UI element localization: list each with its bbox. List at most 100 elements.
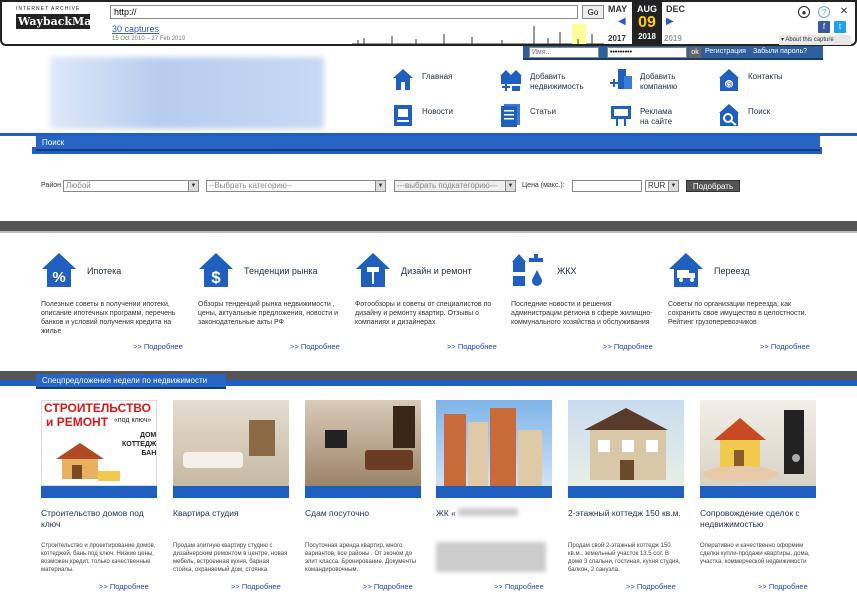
more-link[interactable]: >> Подробнее	[133, 342, 183, 351]
current-year: 2018	[638, 32, 656, 41]
nav-label: Статьи	[530, 107, 556, 116]
prev-month-link[interactable]: MAY	[608, 4, 627, 14]
category-desc: Советы по организации переезда, как сохр…	[668, 301, 807, 326]
more-link[interactable]: >> Подробнее	[760, 342, 810, 351]
section-divider	[0, 221, 857, 231]
site-logo[interactable]	[50, 57, 324, 129]
district-label: Район	[41, 182, 61, 189]
offer-strip	[700, 486, 816, 498]
about-capture-label: About this capture	[785, 37, 834, 43]
more-link[interactable]: >> Подробнее	[99, 582, 149, 591]
articles-icon	[501, 104, 520, 127]
prev-capture-arrow-icon[interactable]: ◀	[618, 16, 626, 27]
nav-label: Контакты	[748, 72, 783, 81]
home-icon	[393, 69, 413, 90]
news-icon	[394, 105, 412, 126]
more-link[interactable]: >> Подробнее	[626, 582, 676, 591]
market-dollar-icon: $	[199, 253, 233, 287]
svg-text:$: $	[211, 268, 221, 287]
wayback-logo-top: INTERNET ARCHIVE	[16, 6, 81, 12]
facebook-icon[interactable]: f	[818, 21, 830, 33]
offer-title[interactable]: Квартира студия	[173, 508, 293, 519]
next-month-link[interactable]: DEC	[666, 4, 685, 14]
more-link[interactable]: >> Подробнее	[447, 342, 497, 351]
wayback-go-button[interactable]: Go	[582, 5, 604, 19]
next-year-link[interactable]: 2019	[664, 34, 682, 43]
user-icon[interactable]: ●	[798, 6, 810, 18]
wayback-logo-main: WaybackMachine	[16, 14, 126, 29]
about-capture-link[interactable]: ▾ About this capture	[779, 35, 851, 45]
offer-title[interactable]: 2-этажный коттедж 150 кв.м.	[568, 508, 688, 519]
category-desc: Полезные советы в получении ипотеки, опи…	[41, 301, 176, 335]
district-select[interactable]: Любой ▼	[63, 180, 199, 192]
offer-desc	[436, 542, 552, 575]
offer-title[interactable]: Сопровождение сделок с недвижимостью	[700, 508, 820, 530]
twitter-icon[interactable]: t	[834, 21, 846, 33]
offer-desc: Посуточная аренда квартир, много вариант…	[305, 543, 417, 573]
current-month: AUG	[637, 4, 657, 14]
offer-image	[173, 400, 289, 486]
svg-text:@: @	[725, 82, 732, 89]
chevron-down-icon: ▼	[375, 181, 385, 191]
register-link[interactable]: Регистрация	[705, 48, 746, 55]
offer-strip	[568, 486, 684, 498]
offer-title[interactable]: Строительство домов под ключ	[41, 508, 161, 530]
close-icon[interactable]: ✕	[838, 6, 850, 18]
next-capture-arrow-icon[interactable]: ▶	[666, 16, 674, 27]
offer-strip	[41, 486, 157, 498]
currency-select[interactable]: RUR ▼	[645, 180, 679, 192]
more-link[interactable]: >> Подробнее	[363, 582, 413, 591]
price-label: Цена (макс.):	[522, 182, 565, 189]
advertising-icon	[611, 106, 631, 126]
wayback-logo[interactable]: INTERNET ARCHIVE WaybackMachine	[16, 6, 126, 42]
category-title: Переезд	[714, 266, 750, 276]
ad-headline-3: «под ключ»	[114, 417, 152, 424]
price-input[interactable]	[572, 180, 642, 192]
category-desc: Обзоры тенденций рынка недвижимости , це…	[198, 301, 338, 326]
blurred-text	[436, 542, 546, 572]
offer-desc: Строительство и проектирование домов, ко…	[41, 543, 156, 573]
find-button[interactable]: Подобрать	[686, 180, 740, 192]
offer-image	[305, 400, 421, 486]
currency-value: RUR	[648, 181, 666, 190]
login-password-input[interactable]	[607, 47, 687, 58]
captures-sparkline[interactable]	[352, 22, 604, 44]
nav-label: Добавить компанию	[640, 72, 678, 91]
subcategory-select[interactable]: ---выбрать подкатегорию--- ▼	[394, 180, 516, 192]
more-link[interactable]: >> Подробнее	[758, 582, 808, 591]
category-title: Тенденции рынка	[244, 266, 318, 276]
more-link[interactable]: >> Подробнее	[603, 342, 653, 351]
offer-title[interactable]: Сдам посуточно	[305, 508, 425, 519]
current-capture-date: AUG 09 2018	[632, 2, 662, 46]
more-link[interactable]: >> Подробнее	[231, 582, 281, 591]
wayback-url-input[interactable]	[110, 5, 578, 19]
search-icon	[719, 104, 739, 126]
login-name-input[interactable]	[529, 47, 599, 58]
prev-year-link[interactable]: 2017	[608, 34, 626, 43]
add-property-icon	[500, 70, 522, 91]
more-link[interactable]: >> Подробнее	[290, 342, 340, 351]
wayback-toolbar: INTERNET ARCHIVE WaybackMachine Go 30 ca…	[0, 0, 857, 46]
help-icon[interactable]: ?	[818, 6, 830, 18]
section-divider-shadow	[0, 231, 857, 233]
offer-desc: Продам элитную квартиру студию с дизайне…	[173, 543, 288, 573]
category-title: Дизайн и ремонт	[401, 266, 472, 276]
more-link[interactable]: >> Подробнее	[494, 582, 544, 591]
category-desc: Фотообзоры и советы от специалистов по д…	[355, 301, 492, 326]
offer-title[interactable]: ЖК «	[436, 508, 556, 519]
captures-range: 15 Oct 2010 – 27 Feb 2019	[112, 36, 186, 42]
forgot-password-link[interactable]: Забыли пароль?	[753, 48, 807, 55]
offer-image	[436, 400, 552, 486]
category-select[interactable]: --Выбрать категорию-- ▼	[206, 180, 386, 192]
chevron-down-icon: ▼	[505, 181, 515, 191]
svg-text:%: %	[52, 269, 65, 286]
blurred-text	[458, 508, 519, 516]
search-tab: Поиск	[36, 136, 820, 151]
offers-tab: Спецпредложения недели по недвижимости	[36, 374, 226, 389]
capture-calendar: MAY DEC ◀ ▶ 2017 2019 AUG 09 2018	[606, 2, 686, 46]
login-ok-button[interactable]: ok	[689, 47, 701, 58]
captures-link[interactable]: 30 captures	[112, 24, 159, 34]
utilities-icon	[512, 254, 543, 286]
offer-desc: Оперативно и качественно оформим сделки …	[700, 543, 810, 565]
paint-roller-icon	[356, 253, 390, 287]
